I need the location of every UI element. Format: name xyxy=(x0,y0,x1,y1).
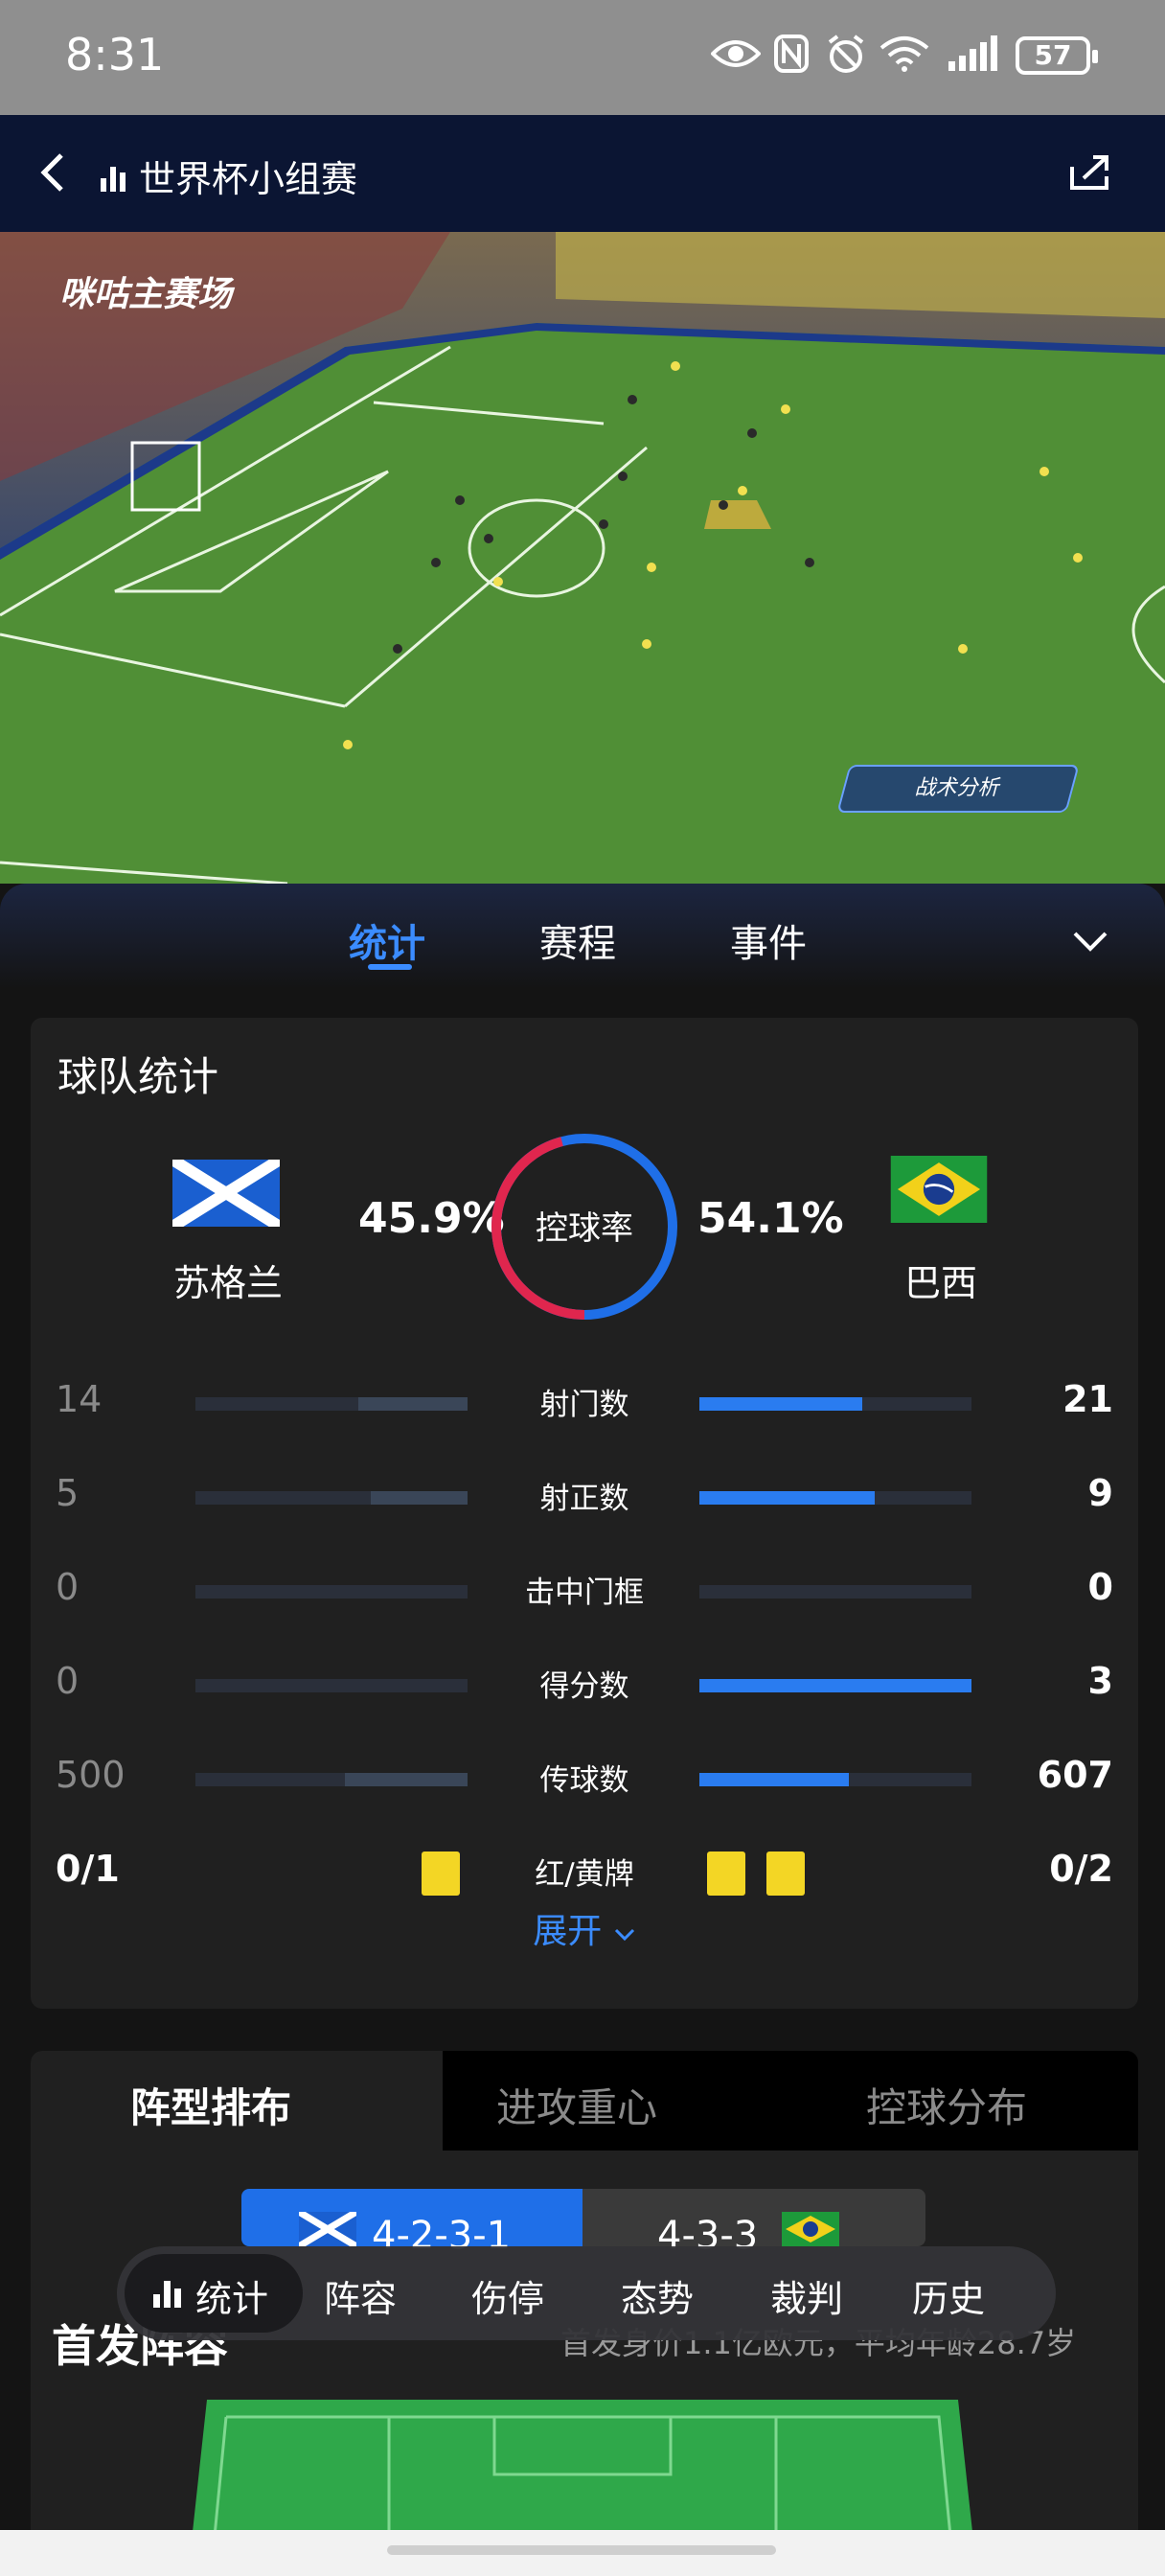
eye-icon xyxy=(710,34,762,81)
share-icon[interactable] xyxy=(1068,153,1112,192)
cards-row: 0/1 红/黄牌 0/2 xyxy=(31,1848,1138,1905)
possession-label: 控球率 xyxy=(536,1209,633,1248)
cards-away-value: 0/2 xyxy=(1049,1848,1113,1890)
home-formation-toggle[interactable]: 4-2-3-1 xyxy=(241,2189,582,2258)
tab-bar: 统计 赛程 事件 xyxy=(0,884,1165,989)
stat-home-bar xyxy=(358,1397,468,1411)
stat-home-bar xyxy=(344,1773,468,1786)
stat-label: 射正数 xyxy=(539,1482,629,1516)
stat-home-value: 0 xyxy=(56,1566,80,1608)
expand-label: 展开 xyxy=(533,1912,603,1951)
stat-label: 传球数 xyxy=(539,1763,629,1798)
home-indicator[interactable] xyxy=(387,2545,776,2555)
stat-away-value: 9 xyxy=(1087,1472,1113,1514)
stat-home-bar-track xyxy=(195,1773,468,1786)
bottom-nav-history[interactable]: 历史 xyxy=(912,2269,985,2322)
stats-bars-icon xyxy=(153,2279,182,2308)
away-team-name: 巴西 xyxy=(903,1262,977,1304)
stat-home-bar xyxy=(370,1491,468,1505)
battery-indicator: 57 xyxy=(1016,36,1098,75)
stat-home-value: 500 xyxy=(56,1754,126,1796)
brazil-flag-icon xyxy=(890,1156,988,1223)
wifi-icon xyxy=(879,34,929,81)
stat-away-value: 3 xyxy=(1087,1660,1113,1702)
away-formation-toggle[interactable]: 4-3-3 xyxy=(582,2189,925,2258)
tactics-analysis-button[interactable]: 战术分析 xyxy=(836,765,1080,813)
expand-link[interactable]: 展开 xyxy=(31,1903,1138,1953)
video-player[interactable]: 咪咕主赛场 战术分析 xyxy=(0,232,1165,884)
status-time: 8:31 xyxy=(65,29,165,80)
home-possession: 45.9% xyxy=(358,1194,505,1243)
stat-away-bar xyxy=(699,1397,863,1411)
stat-home-bar-track xyxy=(195,1585,468,1598)
yellow-card-icon xyxy=(422,1852,460,1896)
tab-schedule[interactable]: 赛程 xyxy=(539,912,616,968)
stat-label: 击中门框 xyxy=(525,1576,644,1610)
card-title: 球队统计 xyxy=(57,1053,219,1100)
stat-row: 500 传球数 607 xyxy=(31,1754,1138,1811)
stat-away-value: 21 xyxy=(1062,1378,1113,1420)
stat-away-bar xyxy=(699,1773,849,1786)
formation-tab-bar: 阵型排布 进攻重心 控球分布 xyxy=(31,2051,1138,2150)
status-bar: 8:31 57 xyxy=(0,0,1165,115)
stats-bars-icon xyxy=(101,163,127,192)
home-team-name: 苏格兰 xyxy=(172,1262,283,1304)
stat-away-bar-track xyxy=(699,1679,971,1692)
tab-attack-focus[interactable]: 进攻重心 xyxy=(496,2076,657,2134)
header-bar: 世界杯小组赛 xyxy=(0,115,1165,232)
stat-away-bar-track xyxy=(699,1585,971,1598)
stat-away-bar-track xyxy=(699,1773,971,1786)
scotland-flag-icon xyxy=(299,2212,356,2246)
yellow-card-icon xyxy=(707,1852,745,1896)
scotland-flag-icon xyxy=(172,1160,280,1227)
stat-away-bar xyxy=(699,1679,971,1692)
bottom-nav: 统计 阵容 伤停 态势 裁判 历史 xyxy=(117,2246,1056,2340)
chevron-down-icon[interactable] xyxy=(1071,922,1109,961)
stat-label: 射门数 xyxy=(539,1388,629,1422)
chevron-down-icon xyxy=(613,1912,636,1951)
stat-row: 5 射正数 9 xyxy=(31,1472,1138,1530)
stat-row: 0 击中门框 0 xyxy=(31,1566,1138,1623)
bottom-nav-lineup[interactable]: 阵容 xyxy=(324,2269,397,2322)
stat-label: 得分数 xyxy=(539,1669,629,1704)
tab-formation[interactable]: 阵型排布 xyxy=(130,2076,291,2134)
stat-home-bar-track xyxy=(195,1491,468,1505)
stat-away-bar-track xyxy=(699,1397,971,1411)
stat-away-value: 0 xyxy=(1087,1566,1113,1608)
stat-home-value: 5 xyxy=(56,1472,80,1514)
stat-away-bar xyxy=(699,1491,875,1505)
bottom-nav-referee[interactable]: 裁判 xyxy=(770,2269,843,2322)
stat-away-bar-track xyxy=(699,1491,971,1505)
cards-home-value: 0/1 xyxy=(56,1848,120,1890)
back-arrow-icon[interactable] xyxy=(38,151,67,204)
stat-home-value: 14 xyxy=(56,1378,103,1420)
tab-stats[interactable]: 统计 xyxy=(349,912,425,968)
stat-row: 14 射门数 21 xyxy=(31,1378,1138,1436)
cards-label: 红/黄牌 xyxy=(535,1857,634,1892)
stat-home-value: 0 xyxy=(56,1660,80,1702)
bottom-nav-stats[interactable]: 统计 xyxy=(195,2269,268,2322)
page-title[interactable]: 世界杯小组赛 xyxy=(139,150,357,202)
stat-home-bar-track xyxy=(195,1397,468,1411)
yellow-card-icon xyxy=(766,1852,805,1896)
signal-icon xyxy=(947,34,1000,81)
tab-possession-distribution[interactable]: 控球分布 xyxy=(866,2076,1027,2134)
bottom-nav-injuries[interactable]: 伤停 xyxy=(471,2269,544,2322)
team-stats-card: 球队统计 苏格兰 45.9% 控球率 54.1% 巴西 14 射门数 21 5 射正数 9… xyxy=(31,1018,1138,2009)
tab-events[interactable]: 事件 xyxy=(730,912,807,968)
stat-home-bar-track xyxy=(195,1679,468,1692)
stat-row: 0 得分数 3 xyxy=(31,1660,1138,1717)
stat-away-value: 607 xyxy=(1037,1754,1113,1796)
tab-active-underline xyxy=(368,964,412,970)
bottom-nav-momentum[interactable]: 态势 xyxy=(621,2269,694,2322)
alarm-icon xyxy=(826,34,866,83)
away-possession: 54.1% xyxy=(697,1194,844,1243)
nfc-icon xyxy=(774,34,809,81)
brazil-flag-icon xyxy=(782,2212,839,2246)
broadcaster-logo: 咪咕主赛场 xyxy=(59,275,233,314)
